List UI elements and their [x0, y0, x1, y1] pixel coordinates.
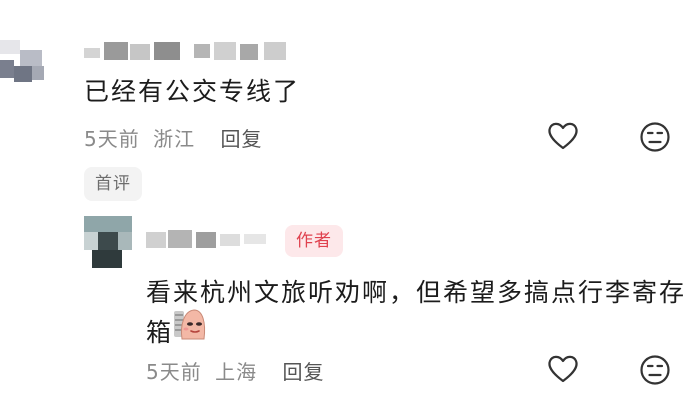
comment-meta: 5天前 浙江 回复: [84, 123, 262, 152]
comment-text: 已经有公交专线了: [84, 77, 301, 106]
reply-button[interactable]: 回复: [220, 127, 262, 151]
author-badge: 作者: [285, 225, 343, 257]
comment-time: 5天前: [84, 127, 140, 151]
reply-button[interactable]: 回复: [282, 360, 324, 384]
first-comment-badge: 首评: [84, 167, 142, 201]
sticker-emoji: [174, 309, 206, 340]
reply-meta: 5天前 上海 回复: [146, 356, 324, 385]
heart-icon[interactable]: [547, 121, 579, 151]
unhappy-face-icon[interactable]: [639, 354, 671, 386]
username[interactable]: [84, 40, 294, 62]
comment-location: 浙江: [153, 127, 196, 151]
reply-username[interactable]: [146, 228, 270, 250]
reply-avatar[interactable]: [84, 216, 132, 268]
avatar[interactable]: [0, 40, 46, 88]
reply-location: 上海: [215, 360, 258, 384]
heart-icon[interactable]: [547, 354, 579, 384]
unhappy-face-icon[interactable]: [639, 121, 671, 153]
reply-text-line1: 看来杭州文旅听劝啊，但希望多搞点行李寄存: [146, 278, 687, 307]
reply-text-line2: 箱: [146, 318, 174, 347]
reply-time: 5天前: [146, 360, 202, 384]
